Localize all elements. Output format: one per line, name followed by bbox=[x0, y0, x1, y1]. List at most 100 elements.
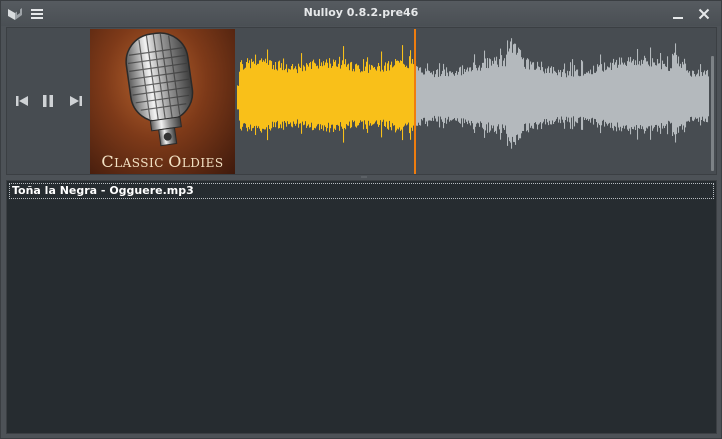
waveform-sample bbox=[615, 62, 617, 127]
waveform-sample bbox=[639, 61, 641, 129]
waveform-sample bbox=[388, 61, 390, 130]
waveform-sample bbox=[399, 62, 401, 128]
waveform-sample bbox=[413, 64, 415, 126]
waveform-sample bbox=[346, 66, 348, 125]
waveform-sample bbox=[642, 63, 644, 127]
minimize-icon[interactable] bbox=[670, 6, 686, 22]
waveform-sample bbox=[537, 61, 539, 130]
waveform-sample bbox=[488, 68, 490, 123]
pause-icon[interactable] bbox=[40, 93, 56, 109]
waveform-sample bbox=[270, 60, 272, 131]
waveform-sample bbox=[508, 51, 510, 138]
waveform-sample bbox=[568, 75, 570, 118]
waveform-sample bbox=[405, 67, 407, 124]
waveform-sample bbox=[696, 74, 698, 119]
waveform-sample bbox=[691, 76, 693, 117]
waveform-sample bbox=[554, 70, 556, 122]
waveform-sample bbox=[372, 65, 374, 125]
waveform-sample bbox=[620, 64, 622, 127]
waveform-sample bbox=[609, 67, 611, 123]
waveform-sample bbox=[441, 74, 443, 120]
waveform-sample bbox=[580, 76, 582, 117]
waveform-sample bbox=[558, 69, 560, 123]
waveform-sample bbox=[338, 63, 340, 126]
waveform-sample bbox=[442, 70, 444, 122]
waveform-sample bbox=[367, 57, 369, 133]
waveform-sample bbox=[547, 68, 549, 123]
waveform-sample bbox=[699, 76, 701, 118]
waveform-sample bbox=[425, 68, 427, 124]
skip-next-icon[interactable] bbox=[68, 93, 84, 109]
waveform-sample bbox=[439, 63, 441, 128]
waveform-sample bbox=[545, 68, 547, 125]
waveform-sample bbox=[354, 71, 356, 121]
waveform-sample bbox=[300, 68, 302, 124]
waveform-sample bbox=[608, 67, 610, 124]
waveform-sample bbox=[255, 54, 257, 135]
waveform-sample bbox=[429, 71, 431, 121]
waveform-sample bbox=[662, 60, 664, 129]
waveform-sample bbox=[444, 69, 446, 123]
waveform-sample bbox=[522, 59, 524, 132]
waveform-sample bbox=[311, 69, 313, 123]
waveform-sample bbox=[318, 68, 320, 124]
waveform-sample bbox=[358, 65, 360, 126]
playlist[interactable]: Toña la Negra - Ogguere.mp3 bbox=[6, 180, 717, 434]
waveform-sample bbox=[636, 65, 638, 125]
waveform-sample bbox=[336, 66, 338, 125]
waveform-sample bbox=[435, 74, 437, 119]
waveform-sample bbox=[604, 62, 606, 127]
waveform-sample bbox=[680, 63, 682, 127]
waveform-sample bbox=[524, 66, 526, 124]
waveform-sample bbox=[469, 67, 471, 124]
waveform-sample bbox=[333, 59, 335, 132]
waveform-sample bbox=[275, 62, 277, 128]
waveform-sample bbox=[317, 65, 319, 125]
waveform-sample bbox=[529, 69, 531, 124]
waveform-sample bbox=[610, 62, 612, 128]
waveform-sample bbox=[566, 77, 568, 117]
waveform-sample bbox=[238, 85, 240, 110]
waveform-sample bbox=[480, 70, 482, 122]
waveform-sample bbox=[360, 72, 362, 121]
waveform-sample bbox=[362, 71, 364, 122]
waveform-sample bbox=[254, 63, 256, 126]
waveform-sample bbox=[385, 62, 387, 127]
waveform-sample bbox=[557, 75, 559, 118]
waveform-sample bbox=[708, 76, 709, 117]
waveform-sample bbox=[697, 73, 699, 119]
waveform-sample bbox=[402, 45, 404, 141]
waveform-sample bbox=[511, 38, 513, 149]
waveform-sample bbox=[490, 59, 492, 131]
waveform-sample bbox=[645, 57, 647, 131]
waveform-sample bbox=[342, 60, 344, 129]
close-icon[interactable] bbox=[696, 6, 712, 22]
waveform-sample bbox=[562, 72, 564, 120]
vertical-scrollbar[interactable] bbox=[711, 56, 714, 171]
playhead-marker[interactable] bbox=[414, 29, 416, 174]
waveform-sample bbox=[449, 71, 451, 122]
waveform-sample bbox=[241, 60, 243, 131]
waveform-sample bbox=[516, 54, 518, 136]
waveform-sample bbox=[269, 60, 271, 129]
waveform-sample bbox=[383, 71, 385, 120]
waveform-sample bbox=[542, 67, 544, 124]
waveform-sample bbox=[348, 63, 350, 126]
waveform-sample bbox=[438, 76, 440, 117]
waveform-seek-bar[interactable] bbox=[237, 29, 709, 174]
waveform-sample bbox=[266, 63, 268, 128]
waveform-sample bbox=[707, 69, 709, 123]
playlist-item[interactable]: Toña la Negra - Ogguere.mp3 bbox=[9, 183, 714, 199]
waveform-sample bbox=[570, 62, 572, 129]
waveform-sample bbox=[251, 58, 253, 131]
waveform-sample bbox=[670, 68, 672, 124]
waveform-sample bbox=[536, 68, 538, 125]
title-bar[interactable]: Nulloy 0.8.2.pre46 bbox=[1, 1, 721, 26]
waveform-sample bbox=[546, 73, 548, 119]
waveform-sample bbox=[527, 58, 529, 131]
waveform-sample bbox=[418, 70, 420, 123]
waveform-sample bbox=[476, 68, 478, 124]
waveform-sample bbox=[649, 66, 651, 127]
waveform-sample bbox=[319, 58, 321, 131]
skip-previous-icon[interactable] bbox=[14, 93, 30, 109]
